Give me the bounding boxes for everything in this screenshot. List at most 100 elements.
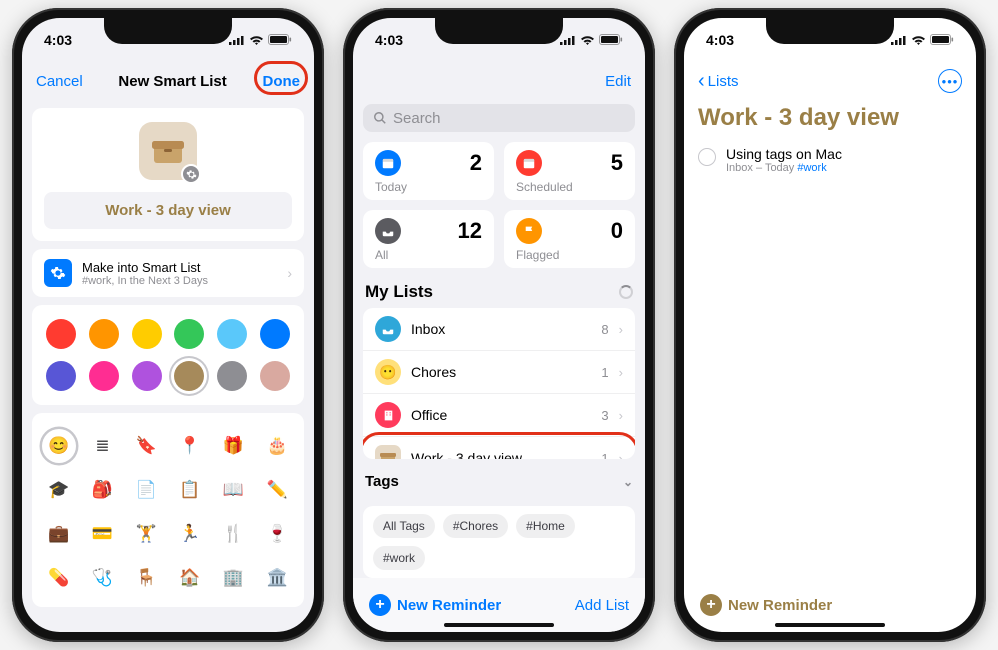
list-row[interactable]: 😶Chores1› xyxy=(363,351,635,394)
icon-option[interactable]: 🎁 xyxy=(216,429,250,463)
tile-flagged[interactable]: 0Flagged xyxy=(504,210,635,268)
color-swatch[interactable] xyxy=(217,319,247,349)
new-reminder-label: New Reminder xyxy=(728,597,832,614)
signal-icon xyxy=(891,35,907,45)
tile-count: 12 xyxy=(458,218,482,244)
tag-chip[interactable]: #Home xyxy=(516,514,575,538)
list-row[interactable]: Inbox8› xyxy=(363,308,635,351)
new-reminder-button[interactable]: + New Reminder xyxy=(700,594,832,616)
color-swatch[interactable] xyxy=(89,361,119,391)
chevron-right-icon: › xyxy=(619,322,623,337)
icon-option[interactable]: 🏃 xyxy=(173,517,207,551)
wifi-icon xyxy=(911,35,926,46)
list-row[interactable]: Work - 3 day view1› xyxy=(363,437,635,459)
sync-spinner-icon xyxy=(619,285,633,299)
list-icon xyxy=(375,445,401,459)
icon-option[interactable]: 🎂 xyxy=(260,429,294,463)
nav-bar: Cancel New Smart List Done xyxy=(22,62,314,100)
chevron-right-icon: › xyxy=(619,408,623,423)
box-icon xyxy=(152,137,184,165)
icon-option[interactable]: 🩺 xyxy=(85,561,119,595)
plus-circle-icon: + xyxy=(700,594,722,616)
home-indicator xyxy=(444,623,554,627)
tags-label: Tags xyxy=(365,473,399,490)
screen-new-smart-list: 4:03 Cancel New Smart List Done Work - 3… xyxy=(22,18,314,632)
icon-option[interactable]: 📋 xyxy=(173,473,207,507)
color-swatch[interactable] xyxy=(174,319,204,349)
tag-chip[interactable]: #work xyxy=(373,546,425,570)
calendar-icon xyxy=(516,150,542,176)
list-icon-preview[interactable] xyxy=(139,122,197,180)
icon-option[interactable]: 🔖 xyxy=(129,429,163,463)
tile-all[interactable]: 12All xyxy=(363,210,494,268)
icon-option[interactable]: 🪑 xyxy=(129,561,163,595)
home-indicator xyxy=(775,623,885,627)
status-icons xyxy=(229,34,292,46)
icon-option[interactable]: 🎓 xyxy=(42,473,76,507)
icon-option[interactable]: ✏️ xyxy=(260,473,294,507)
icon-option[interactable]: 📍 xyxy=(173,429,207,463)
icon-option[interactable]: 📖 xyxy=(216,473,250,507)
list-name: Chores xyxy=(411,364,456,380)
tile-label: Today xyxy=(375,180,482,194)
make-smart-list-row[interactable]: Make into Smart List #work, In the Next … xyxy=(32,249,304,297)
icon-option[interactable]: 📄 xyxy=(129,473,163,507)
tags-header[interactable]: Tags ⌄ xyxy=(365,473,633,490)
tag-chip[interactable]: All Tags xyxy=(373,514,435,538)
icon-option[interactable]: 🍴 xyxy=(216,517,250,551)
search-placeholder: Search xyxy=(393,110,441,127)
cancel-button[interactable]: Cancel xyxy=(36,73,83,90)
color-swatch[interactable] xyxy=(217,361,247,391)
edit-button[interactable]: Edit xyxy=(605,73,631,90)
lists-container: Inbox8›😶Chores1›Office3›Work - 3 day vie… xyxy=(363,308,635,459)
icon-option[interactable]: 🎒 xyxy=(85,473,119,507)
color-swatch[interactable] xyxy=(260,319,290,349)
color-swatch[interactable] xyxy=(260,361,290,391)
icon-option[interactable]: 🏢 xyxy=(216,561,250,595)
battery-icon xyxy=(268,34,292,46)
tile-scheduled[interactable]: 5Scheduled xyxy=(504,142,635,200)
list-name: Office xyxy=(411,407,447,423)
new-reminder-button[interactable]: + New Reminder xyxy=(369,594,501,616)
icon-option[interactable]: 😊 xyxy=(42,429,76,463)
list-name-field[interactable]: Work - 3 day view xyxy=(44,192,292,229)
more-button[interactable]: ••• xyxy=(938,69,962,93)
back-button[interactable]: ‹ Lists xyxy=(698,71,739,91)
tag-chip[interactable]: #Chores xyxy=(443,514,508,538)
content: Work - 3 day view Make into Smart List #… xyxy=(22,100,314,632)
color-swatch[interactable] xyxy=(46,319,76,349)
tags-row: All Tags #Chores #Home #work xyxy=(363,506,635,578)
add-list-button[interactable]: Add List xyxy=(575,597,629,614)
icon-option[interactable]: ≣ xyxy=(85,429,119,463)
reminder-title: Using tags on Mac xyxy=(726,146,842,162)
icon-option[interactable]: 🏠 xyxy=(173,561,207,595)
complete-radio[interactable] xyxy=(698,148,716,166)
page-title: New Smart List xyxy=(118,73,226,90)
icon-option[interactable]: 💳 xyxy=(85,517,119,551)
flag-icon xyxy=(516,218,542,244)
nav-bar: ‹ Lists ••• xyxy=(684,62,976,100)
tile-today[interactable]: 2Today xyxy=(363,142,494,200)
gear-icon xyxy=(181,164,201,184)
tile-label: Flagged xyxy=(516,248,623,262)
clock: 4:03 xyxy=(375,32,403,48)
list-icon xyxy=(375,402,401,428)
reminder-item[interactable]: Using tags on Mac Inbox – Today #work xyxy=(684,146,976,174)
color-swatch[interactable] xyxy=(174,361,204,391)
icon-option[interactable]: 🏋️ xyxy=(129,517,163,551)
search-input[interactable]: Search xyxy=(363,104,635,132)
plus-circle-icon: + xyxy=(369,594,391,616)
color-swatch[interactable] xyxy=(132,361,162,391)
list-row[interactable]: Office3› xyxy=(363,394,635,437)
icon-option[interactable]: 💼 xyxy=(42,517,76,551)
icon-option[interactable]: 💊 xyxy=(42,561,76,595)
reminder-subtitle: Inbox – Today #work xyxy=(726,162,842,174)
icon-option[interactable]: 🏛️ xyxy=(260,561,294,595)
icon-option[interactable]: 🍷 xyxy=(260,517,294,551)
color-swatch[interactable] xyxy=(46,361,76,391)
notch xyxy=(104,18,232,44)
color-swatch[interactable] xyxy=(89,319,119,349)
signal-icon xyxy=(560,35,576,45)
color-swatch[interactable] xyxy=(132,319,162,349)
done-button[interactable]: Done xyxy=(262,73,300,90)
